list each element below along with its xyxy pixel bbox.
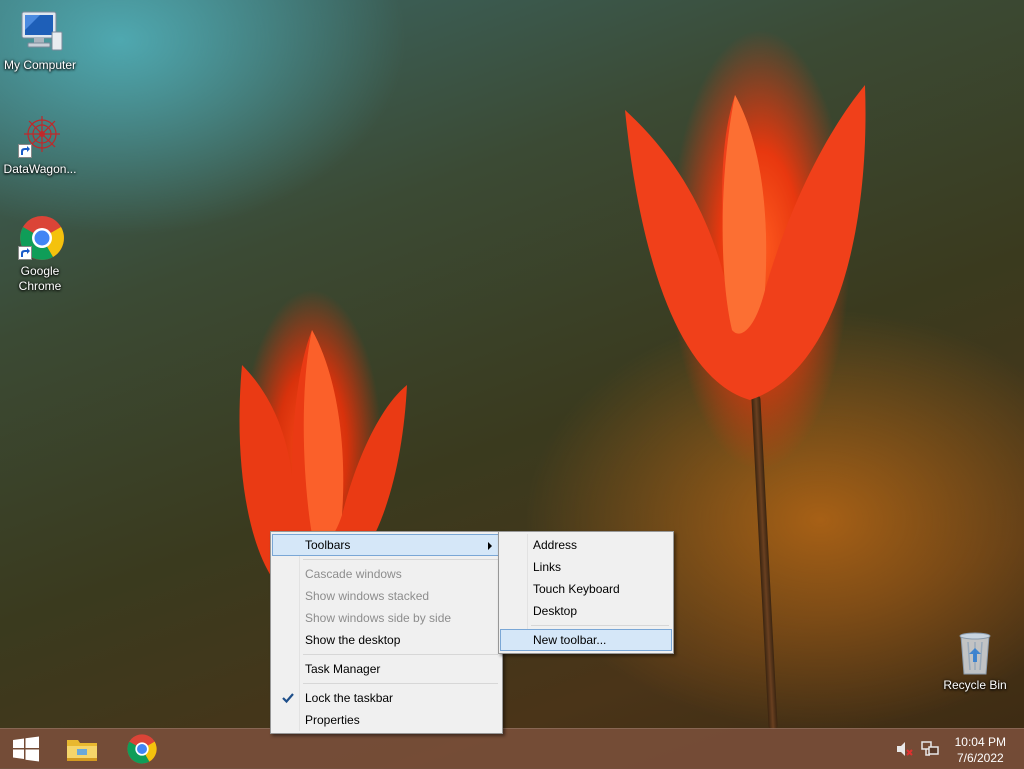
tulip-flower-right (625, 85, 866, 400)
toolbars-submenu[interactable]: Address Links Touch Keyboard Desktop New… (498, 531, 674, 654)
menu-item-label: Properties (305, 713, 360, 727)
menu-item-show-windows-side-by-side: Show windows side by side (273, 607, 500, 629)
taskbar-context-menu[interactable]: Toolbars Cascade windows Show windows st… (270, 531, 503, 734)
menu-item-label: New toolbar... (533, 633, 607, 647)
desktop-icon-google-chrome[interactable]: Google Chrome (0, 214, 80, 294)
tray-clock[interactable]: 10:04 PM 7/6/2022 (955, 734, 1006, 766)
menu-item-label: Show the desktop (305, 633, 401, 647)
checkmark-icon (281, 690, 295, 704)
menu-separator (303, 683, 498, 684)
menu-item-show-the-desktop[interactable]: Show the desktop (273, 629, 500, 651)
datawagon-icon (16, 112, 64, 160)
submenu-item-new-toolbar[interactable]: New toolbar... (500, 629, 672, 651)
desktop-icon-my-computer[interactable]: My Computer (0, 8, 80, 73)
volume-button[interactable] (896, 741, 914, 757)
desktop-icon-recycle-bin[interactable]: Recycle Bin (935, 630, 1015, 693)
menu-separator (303, 654, 498, 655)
desktop-icon-label: My Computer (3, 58, 77, 72)
menu-item-lock-the-taskbar[interactable]: Lock the taskbar (273, 687, 500, 709)
submenu-item-touch-keyboard[interactable]: Touch Keyboard (501, 578, 671, 600)
menu-item-label: Task Manager (305, 662, 381, 676)
menu-separator (531, 625, 669, 626)
taskbar[interactable]: 10:04 PM 7/6/2022 (0, 728, 1024, 769)
computer-icon (16, 8, 64, 56)
shortcut-arrow-icon (18, 144, 32, 158)
chrome-icon (16, 214, 64, 262)
submenu-arrow-icon (488, 542, 492, 550)
menu-item-show-windows-stacked: Show windows stacked (273, 585, 500, 607)
menu-item-label: Toolbars (305, 538, 351, 552)
clock-time: 10:04 PM (954, 735, 1006, 749)
network-button[interactable] (921, 741, 939, 757)
taskbar-chrome-button[interactable] (116, 731, 168, 767)
shortcut-arrow-icon (18, 246, 32, 260)
menu-item-toolbars[interactable]: Toolbars (272, 534, 501, 556)
recycle-bin-icon (951, 630, 999, 676)
clock-date: 7/6/2022 (956, 751, 1004, 765)
windows-start-icon (13, 736, 39, 762)
desktop-icon-datawagon[interactable]: DataWagon... (0, 112, 80, 177)
menu-item-label: Links (533, 560, 562, 574)
menu-item-label: Show windows side by side (305, 611, 452, 625)
tulip-stem-right (751, 394, 778, 731)
menu-item-label: Show windows stacked (305, 589, 430, 603)
menu-item-label: Address (533, 538, 578, 552)
menu-item-label: Cascade windows (305, 567, 402, 581)
menu-separator (303, 559, 498, 560)
menu-item-label: Lock the taskbar (305, 691, 394, 705)
menu-item-properties[interactable]: Properties (273, 709, 500, 731)
menu-item-label: Desktop (533, 604, 578, 618)
file-explorer-icon (67, 740, 97, 761)
chrome-icon (127, 734, 157, 764)
submenu-item-desktop[interactable]: Desktop (501, 600, 671, 622)
submenu-item-links[interactable]: Links (501, 556, 671, 578)
desktop-icon-label: Google Chrome (18, 264, 62, 293)
menu-item-task-manager[interactable]: Task Manager (273, 658, 500, 680)
desktop-icon-label: DataWagon... (3, 162, 77, 176)
desktop-icon-label: Recycle Bin (943, 678, 1007, 692)
taskbar-file-explorer-button[interactable] (56, 731, 108, 767)
volume-muted-icon (897, 742, 913, 756)
menu-item-label: Touch Keyboard (533, 582, 620, 596)
start-button[interactable] (0, 731, 52, 767)
menu-item-cascade-windows: Cascade windows (273, 563, 500, 585)
network-icon (921, 741, 939, 756)
submenu-item-address[interactable]: Address (501, 534, 671, 556)
